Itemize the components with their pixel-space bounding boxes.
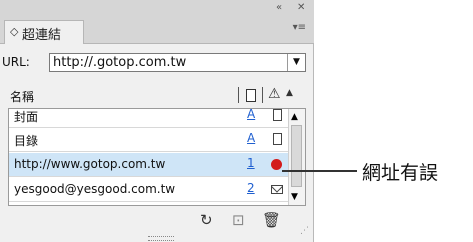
document-icon (273, 109, 282, 121)
list-item[interactable]: 目錄 A (9, 128, 290, 152)
close-icon[interactable]: ✕ (297, 1, 305, 15)
refresh-icon[interactable]: ↻ (200, 211, 213, 229)
resize-grip[interactable] (148, 236, 174, 241)
warning-column-icon[interactable]: ⚠ (268, 86, 281, 102)
bottom-toolbar: ↻ ⊡ 🗑 (0, 210, 314, 232)
url-field[interactable]: http://.gotop.com.tw ▼ (49, 53, 306, 72)
list-item-label: yesgood@yesgood.com.tw (14, 182, 176, 196)
callout-text: 網址有誤 (362, 162, 439, 184)
panel-menu-icon[interactable]: ▾≡ (293, 22, 306, 33)
list-item-label: 封面 (14, 110, 39, 124)
document-icon (273, 133, 282, 145)
page-column-icon[interactable] (246, 89, 256, 102)
tab-label: 超連結 (22, 28, 62, 43)
list-item-label: http://www.gotop.com.tw (14, 157, 166, 171)
scroll-thumb[interactable] (291, 125, 302, 187)
scroll-down-icon[interactable]: ▼ (291, 192, 298, 202)
callout-line (282, 170, 357, 172)
tab-hyperlinks[interactable]: ◇ 超連結 (4, 20, 84, 44)
list-item[interactable]: yesgood@yesgood.com.tw 2 (9, 178, 290, 202)
sort-ascending-icon[interactable]: ▲ (286, 88, 293, 98)
chevron-down-icon[interactable]: ▼ (287, 54, 305, 71)
url-label: URL: (2, 55, 30, 69)
page-link[interactable]: A (247, 131, 255, 145)
page-link[interactable]: 1 (247, 156, 255, 170)
page-link[interactable]: A (247, 109, 255, 121)
column-divider (262, 87, 263, 103)
error-dot-icon (271, 159, 282, 170)
mail-icon (271, 185, 283, 194)
list-item[interactable]: 封面 A (9, 109, 290, 128)
column-header: 名稱 ⚠ ▲ (8, 84, 306, 108)
panel-title-strip: « ✕ (0, 0, 314, 16)
hyperlink-list: 封面 A 目錄 A http://www.gotop.com.tw 1 yesg… (8, 108, 306, 206)
column-name[interactable]: 名稱 (10, 88, 34, 105)
url-value: http://.gotop.com.tw (53, 55, 187, 70)
trash-icon[interactable]: 🗑 (262, 211, 281, 229)
url-row: URL: http://.gotop.com.tw ▼ (0, 51, 314, 73)
scroll-up-icon[interactable]: ▲ (291, 112, 298, 122)
list-item-selected[interactable]: http://www.gotop.com.tw 1 (9, 153, 290, 177)
page-link[interactable]: 2 (247, 181, 255, 195)
list-item-label: 目錄 (14, 134, 39, 148)
hyperlinks-panel: « ✕ ◇ 超連結 ▾≡ URL: http://.gotop.com.tw ▼… (0, 0, 314, 242)
collapse-icon[interactable]: « (276, 1, 282, 15)
resize-corner-icon[interactable]: ⋰ (300, 226, 309, 236)
tab-chevron-icon: ◇ (10, 25, 19, 38)
column-divider (238, 87, 239, 103)
new-hyperlink-icon[interactable]: ⊡ (232, 211, 245, 229)
scrollbar[interactable]: ▲ ▼ (288, 109, 305, 205)
tab-row: ◇ 超連結 ▾≡ (0, 16, 314, 44)
